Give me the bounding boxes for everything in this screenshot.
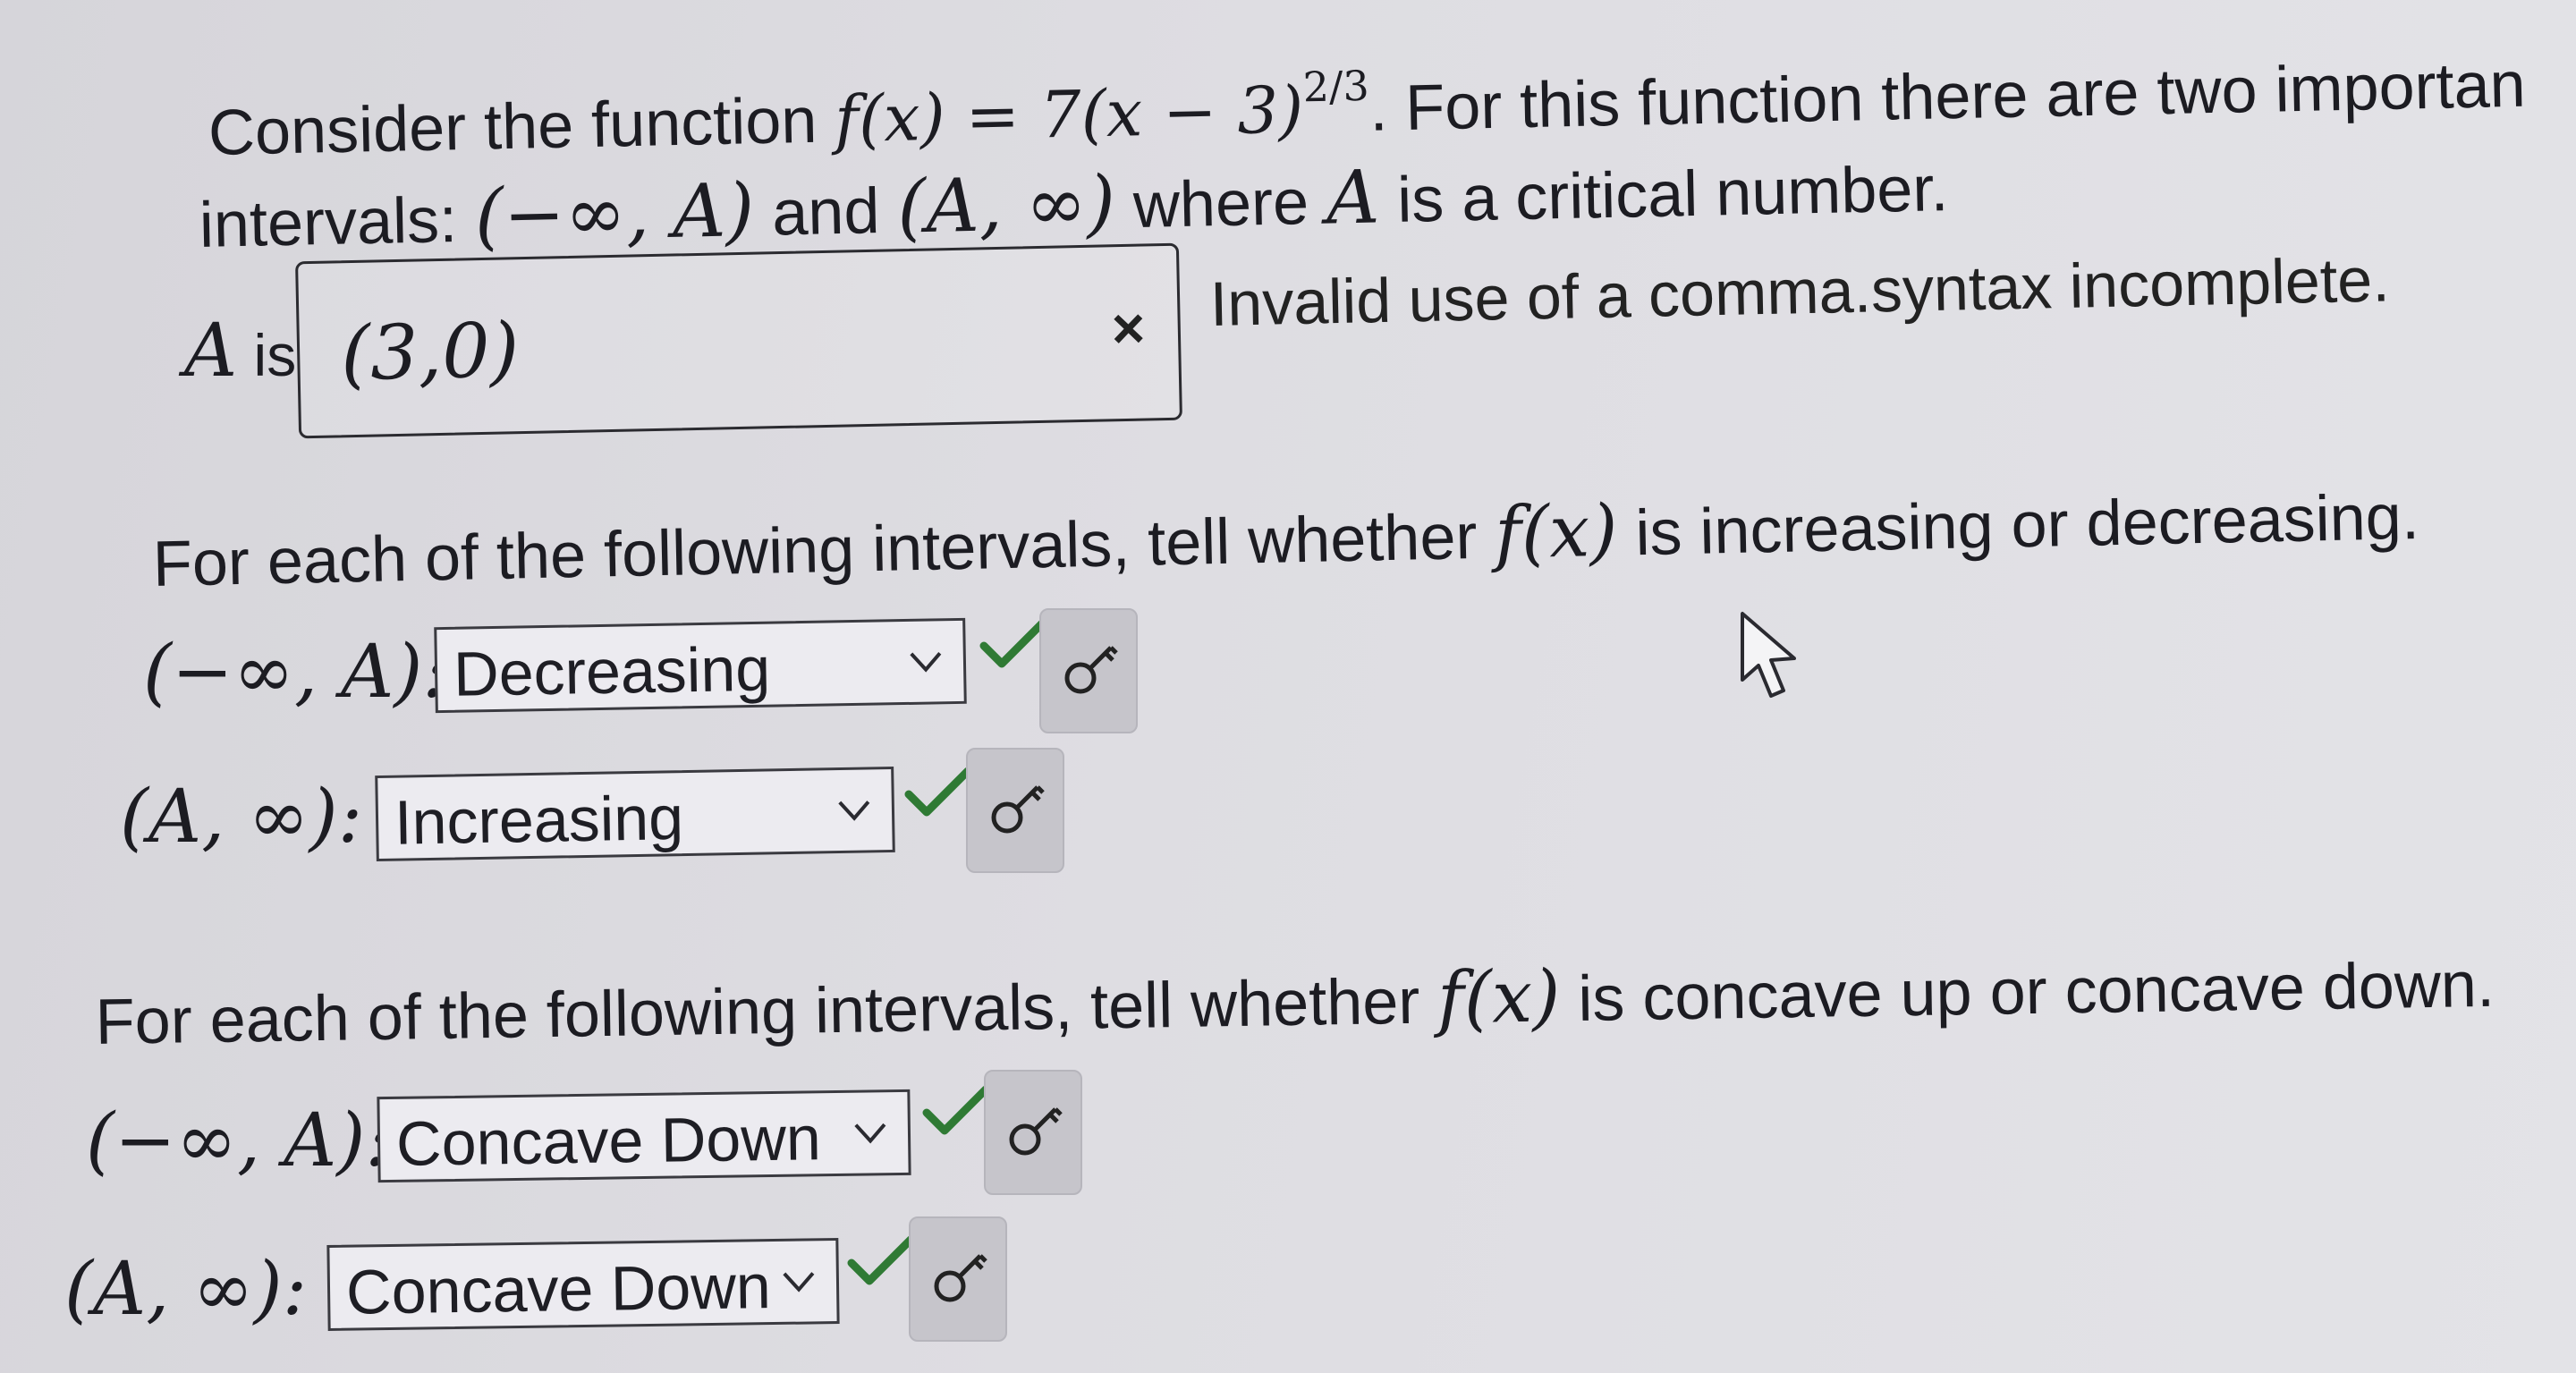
increasing-row-1-select[interactable]: Decreasing	[434, 617, 967, 714]
concavity-row-1-select[interactable]: Concave Down	[377, 1089, 911, 1183]
intro-text: Consider the function	[208, 84, 836, 169]
concavity-row-2-value: Concave Down	[345, 1251, 772, 1327]
variable-a: A	[1325, 155, 1381, 242]
problem-line-1: Consider the function f(x) = 7(x − 3)2/3…	[208, 41, 2527, 169]
critical-number-input[interactable]: (3,0) ×	[295, 242, 1182, 439]
function-exponent: 2/3	[1302, 61, 1370, 112]
concavity-row-2-interval: (A, ∞):	[64, 1247, 308, 1332]
checkmark-icon	[979, 618, 1047, 668]
concavity-prompt-prefix: For each of the following intervals, tel…	[95, 965, 1438, 1058]
problem-page: Consider the function f(x) = 7(x − 3)2/3…	[0, 0, 2576, 1373]
checkmark-icon	[922, 1085, 990, 1135]
error-x-icon: ×	[1111, 295, 1146, 361]
critical-number-value: (3,0)	[340, 306, 521, 398]
key-button-concavity-1[interactable]	[984, 1070, 1082, 1195]
concavity-row-1-value: Concave Down	[395, 1103, 822, 1179]
problem-line-2: intervals: (−∞, A) and (A, ∞) where A is…	[199, 149, 1950, 261]
critical-label-is: is	[237, 322, 297, 388]
increasing-row-1-interval: (−∞, A):	[143, 630, 447, 715]
checkmark-icon	[847, 1235, 915, 1285]
concavity-prompt: For each of the following intervals, tel…	[95, 946, 2496, 1058]
key-icon	[934, 1254, 987, 1302]
key-button-increasing-1[interactable]	[1039, 608, 1138, 733]
interval-right: (A, ∞)	[896, 160, 1116, 250]
error-message: Invalid use of a comma.syntax incomplete…	[1209, 244, 2391, 339]
where-word: where	[1114, 165, 1327, 242]
key-button-increasing-2[interactable]	[966, 748, 1064, 873]
key-icon	[1064, 646, 1118, 694]
mouse-pointer-icon	[1741, 612, 1796, 698]
increasing-row-2-interval: (A, ∞):	[120, 775, 363, 860]
concavity-prompt-suffix: is concave up or concave down.	[1559, 948, 2496, 1036]
increasing-prompt-func: f(x)	[1494, 488, 1619, 575]
and-word: and	[753, 174, 899, 250]
key-button-concavity-2[interactable]	[909, 1216, 1007, 1342]
critical-label-var: A	[184, 309, 238, 394]
intro-text-2: . For this function there are two import…	[1368, 48, 2527, 145]
concavity-row-2-select[interactable]: Concave Down	[326, 1238, 840, 1331]
chevron-down-icon	[910, 652, 942, 673]
checkmark-icon	[904, 767, 972, 817]
increasing-row-1-value: Decreasing	[453, 633, 771, 709]
increasing-prompt-prefix: For each of the following intervals, tel…	[152, 500, 1496, 600]
key-icon	[1009, 1107, 1063, 1156]
chevron-down-icon	[838, 801, 870, 821]
increasing-prompt: For each of the following intervals, tel…	[152, 479, 2420, 600]
function-expression: f(x) = 7(x − 3)	[834, 72, 1305, 157]
concavity-row-1-interval: (−∞, A):	[86, 1098, 390, 1183]
increasing-prompt-suffix: is increasing or decreasing.	[1616, 480, 2420, 570]
concavity-prompt-func: f(x)	[1436, 954, 1562, 1040]
chevron-down-icon	[854, 1123, 886, 1144]
increasing-row-2-value: Increasing	[394, 783, 684, 858]
critical-text: is a critical number.	[1378, 153, 1950, 237]
chevron-down-icon	[783, 1272, 815, 1292]
critical-label: A is	[184, 309, 296, 394]
intervals-label: intervals:	[199, 183, 476, 261]
key-icon	[991, 785, 1045, 834]
increasing-row-2-select[interactable]: Increasing	[375, 766, 895, 862]
interval-left: (−∞, A)	[473, 168, 756, 259]
